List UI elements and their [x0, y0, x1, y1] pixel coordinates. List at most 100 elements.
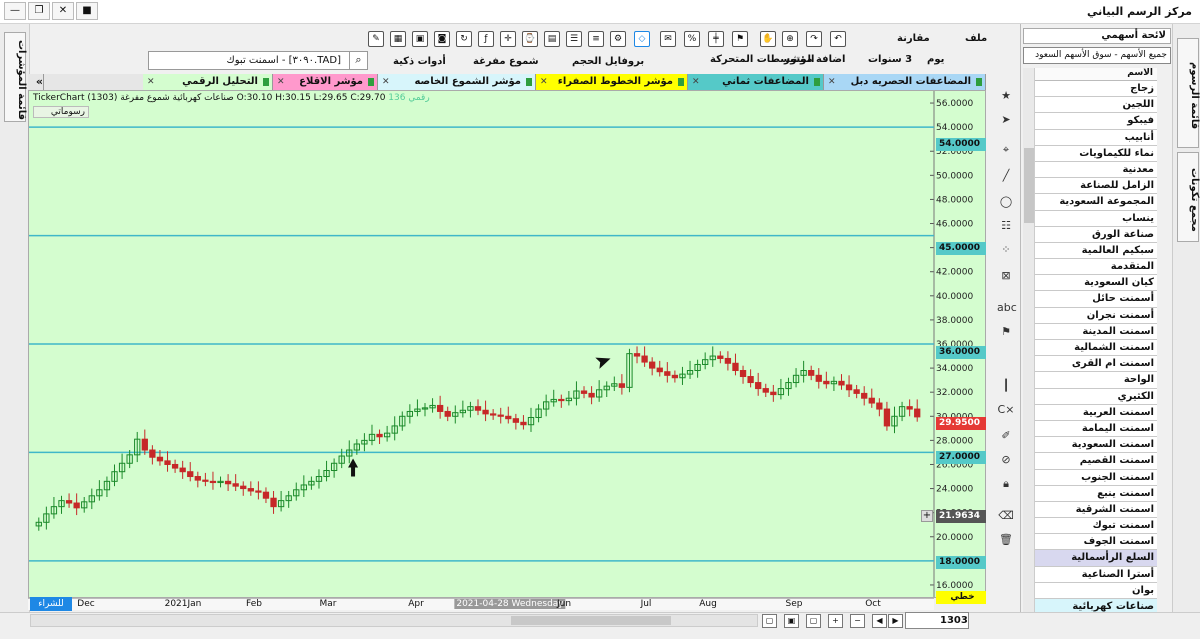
- tab-close-icon[interactable]: ✕: [147, 74, 155, 90]
- zoom-in-icon[interactable]: +: [828, 614, 843, 628]
- undo-icon[interactable]: ↶: [830, 31, 846, 47]
- volume-profile-button[interactable]: بروفايل الحجم: [572, 53, 644, 71]
- line-type-label[interactable]: خطي: [936, 591, 986, 604]
- back-icon[interactable]: ◀: [872, 614, 887, 628]
- zoom-icon[interactable]: ⊕: [782, 31, 798, 47]
- fit-icon[interactable]: ▣: [784, 614, 799, 628]
- formations-tab[interactable]: مجمع تكونات: [1177, 152, 1200, 242]
- watchlist-row[interactable]: نماء للكيماويات: [1035, 146, 1157, 162]
- eraser-tool-icon[interactable]: ⌫: [997, 508, 1015, 524]
- measure-icon[interactable]: ┃: [997, 378, 1015, 394]
- crosshair-icon[interactable]: ✛: [500, 31, 516, 47]
- charts-list-tab[interactable]: قائمة الرسوم: [1177, 38, 1200, 148]
- watchlist-row[interactable]: بوان: [1035, 583, 1157, 599]
- watchlist-row[interactable]: ينساب: [1035, 211, 1157, 227]
- watchlist-row[interactable]: زجاج: [1035, 81, 1157, 98]
- tab-special-candles[interactable]: مؤشر الشموع الخاصه ✕: [378, 74, 536, 90]
- camera-icon[interactable]: ■: [76, 2, 98, 20]
- zoom-reset-icon[interactable]: ▢: [762, 614, 777, 628]
- doc-icon[interactable]: ☰: [566, 31, 582, 47]
- flag-icon[interactable]: ⚑: [732, 31, 748, 47]
- watchlist-row[interactable]: أسترا الصناعية: [1035, 567, 1157, 583]
- function-icon[interactable]: ƒ: [478, 31, 494, 47]
- camera-tool-icon[interactable]: ◙: [434, 31, 450, 47]
- watchlist-row[interactable]: الزامل للصناعة: [1035, 178, 1157, 195]
- tab-yellow-lines[interactable]: مؤشر الخطوط الصفراء ✕: [536, 74, 688, 90]
- watchlist-row[interactable]: اسمنت المدينة: [1035, 324, 1157, 340]
- watchlist-row[interactable]: اسمنت الجنوب: [1035, 470, 1157, 486]
- refresh-icon[interactable]: ↻: [456, 31, 472, 47]
- watchlist-row[interactable]: اسمنت ام القرى: [1035, 356, 1157, 373]
- table-icon[interactable]: ▤: [544, 31, 560, 47]
- watchlist-row[interactable]: أنابيب: [1035, 130, 1157, 146]
- watchlist-row[interactable]: معدنية: [1035, 162, 1157, 179]
- timer-icon[interactable]: ⌚: [522, 31, 538, 47]
- tab-close-icon[interactable]: ✕: [692, 74, 700, 90]
- watchlist-row[interactable]: اسمنت اليمامة: [1035, 421, 1157, 438]
- list-icon[interactable]: ≡: [588, 31, 604, 47]
- dots-icon[interactable]: ⁘: [997, 242, 1015, 258]
- price-chart[interactable]: 16.000018.000020.000022.000024.000026.00…: [28, 90, 986, 598]
- mail-icon[interactable]: ✉: [660, 31, 676, 47]
- percent-icon[interactable]: %: [684, 31, 700, 47]
- grid-icon[interactable]: ▦: [390, 31, 406, 47]
- tab-digital-analysis[interactable]: التحليل الرقمي ✕: [143, 74, 273, 90]
- draw-mode-button[interactable]: للشراء: [30, 597, 72, 611]
- chart-canvas[interactable]: 16.000018.000020.000022.000024.000026.00…: [29, 91, 985, 597]
- market-select[interactable]: جميع الأسهم - سوق الأسهم السعود: [1023, 47, 1171, 64]
- plus-icon[interactable]: +: [921, 510, 933, 522]
- close-icon[interactable]: ✕: [52, 2, 74, 20]
- file-menu[interactable]: ملف: [965, 30, 987, 48]
- watchlist-row[interactable]: المجموعة السعودية: [1035, 194, 1157, 211]
- watchlist-scroll-thumb[interactable]: [1024, 148, 1034, 223]
- add-indicator-button[interactable]: اضافة مؤشر: [784, 51, 845, 69]
- watchlist-row[interactable]: أسمنت نجران: [1035, 308, 1157, 324]
- cursor-icon[interactable]: ➤: [997, 112, 1015, 128]
- crosshair-tool-icon[interactable]: ⌖: [997, 142, 1015, 158]
- watchlist-row[interactable]: فيبكو: [1035, 113, 1157, 130]
- watchlist-row[interactable]: اسمنت القصيم: [1035, 453, 1157, 470]
- watchlist-row[interactable]: أسمنت حائل: [1035, 291, 1157, 308]
- indicator-list-tab[interactable]: قائمة المؤشرات: [4, 32, 27, 122]
- watchlist-row[interactable]: اسمنت الشرقية: [1035, 502, 1157, 519]
- redo-icon[interactable]: ↷: [806, 31, 822, 47]
- watchlist-row[interactable]: صناعة الورق: [1035, 227, 1157, 243]
- tab-close-icon[interactable]: ✕: [828, 74, 836, 90]
- watchlist-scrollbar[interactable]: [1023, 68, 1035, 639]
- tab-takeoff-indicator[interactable]: مؤشر الاقلاع ✕: [273, 74, 378, 90]
- watchlist-row[interactable]: السلع الرأسمالية: [1035, 550, 1157, 567]
- watchlist-row[interactable]: اسمنت تبوك: [1035, 518, 1157, 535]
- eraser-icon[interactable]: ◇: [634, 31, 650, 47]
- forward-icon[interactable]: ▶: [888, 614, 903, 628]
- watchlist-row[interactable]: كيان السعودية: [1035, 275, 1157, 292]
- tab-close-icon[interactable]: ✕: [540, 74, 548, 90]
- tabs-overflow-icon[interactable]: »: [28, 74, 44, 90]
- tab-multiples-eight[interactable]: المضاعفات ثماني ✕: [688, 74, 824, 90]
- bars-count-input[interactable]: 1303: [905, 612, 969, 629]
- watchlist-row[interactable]: اللجين: [1035, 97, 1157, 114]
- hollow-candles-button[interactable]: شموع مفرغة: [473, 53, 539, 71]
- trendline-icon[interactable]: ╱: [997, 168, 1015, 184]
- pen-icon[interactable]: ✎: [368, 31, 384, 47]
- zoom-out-icon[interactable]: −: [850, 614, 865, 628]
- smart-tools-button[interactable]: أدوات ذكية: [393, 53, 446, 71]
- tab-multiples-double[interactable]: المضاعفات الحصريه دبل ✕: [824, 74, 986, 90]
- watchlist-row[interactable]: المتقدمة: [1035, 259, 1157, 276]
- watchlist-row[interactable]: اسمنت ينبع: [1035, 486, 1157, 502]
- expand-icon[interactable]: ▢: [806, 614, 821, 628]
- lock-icon[interactable]: 🔒︎: [997, 476, 1015, 492]
- watchlist-row[interactable]: سبكيم العالمية: [1035, 243, 1157, 260]
- search-icon[interactable]: ⌕: [349, 52, 367, 69]
- duration-select[interactable]: 3 سنوات: [868, 51, 912, 69]
- watchlist-row[interactable]: اسمنت العربية: [1035, 405, 1157, 421]
- watchlist-row[interactable]: الكثيري: [1035, 389, 1157, 405]
- tab-close-icon[interactable]: ✕: [382, 74, 390, 90]
- hand-icon[interactable]: ✋: [760, 31, 776, 47]
- symbol-search-input[interactable]: [TAD.٣٠٩٠] - اسمنت تبوك: [148, 51, 368, 70]
- settings-icon[interactable]: ⚙: [610, 31, 626, 47]
- chart-scroll-thumb[interactable]: [511, 616, 671, 625]
- column-header-name[interactable]: الاسم: [1035, 68, 1157, 81]
- minimize-icon[interactable]: —: [4, 2, 26, 20]
- gann-icon[interactable]: ⊠: [997, 268, 1015, 284]
- compare-button[interactable]: مقارنة: [897, 30, 930, 48]
